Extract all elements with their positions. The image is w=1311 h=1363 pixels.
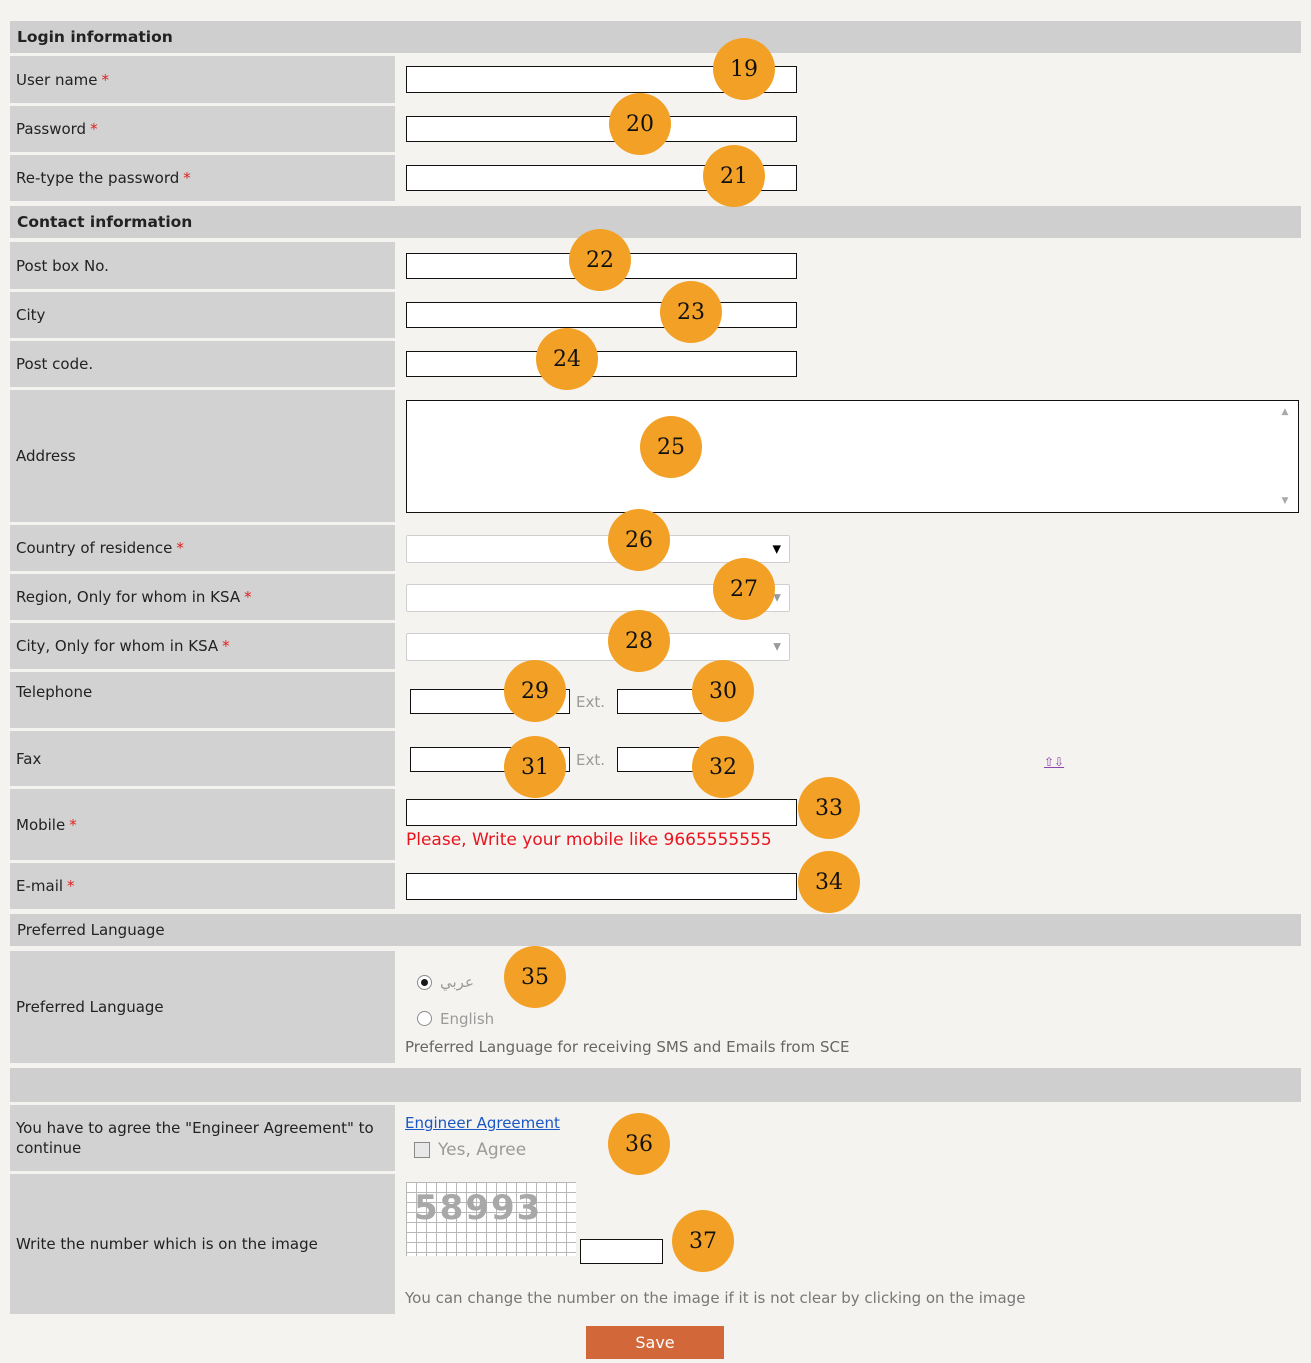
label-region: Region, Only for whom in KSA * <box>10 574 395 620</box>
label-password: Password * <box>10 106 395 152</box>
radio-english-label: English <box>440 1010 495 1028</box>
captcha-text: 58993 <box>414 1188 543 1228</box>
annotation-badge: 34 <box>798 851 860 913</box>
label-city: City <box>10 292 395 338</box>
annotation-badge: 23 <box>660 281 722 343</box>
required-asterisk: * <box>101 70 110 89</box>
label-telephone: Telephone <box>10 672 395 728</box>
agree-checkbox[interactable] <box>414 1142 430 1158</box>
required-asterisk: * <box>69 815 77 834</box>
label-text: Mobile <box>16 815 66 834</box>
section-header-contact: Contact information <box>10 206 1301 238</box>
annotation-badge: 30 <box>692 660 754 722</box>
label-text: Re-type the password <box>16 169 180 187</box>
required-asterisk: * <box>176 539 184 557</box>
annotation-badge: 26 <box>608 509 670 571</box>
annotation-badge: 36 <box>608 1113 670 1175</box>
annotation-badge: 32 <box>692 736 754 798</box>
required-asterisk: * <box>222 637 230 655</box>
label-text: Preferred Language <box>16 998 164 1016</box>
section-title: Login information <box>17 28 173 46</box>
engineer-agreement-link[interactable]: Engineer Agreement <box>405 1114 560 1132</box>
label-text: Write the number which is on the image <box>16 1235 318 1253</box>
label-retype-password: Re-type the password * <box>10 155 395 201</box>
radio-english[interactable] <box>417 1011 432 1026</box>
section-header-login: Login information <box>10 21 1301 53</box>
label-address: Address <box>10 390 395 522</box>
label-fax: Fax <box>10 731 395 786</box>
captcha-image[interactable]: 58993 <box>406 1182 576 1256</box>
required-asterisk: * <box>67 877 75 895</box>
label-city-ksa: City, Only for whom in KSA * <box>10 623 395 669</box>
agree-checkbox-label: Yes, Agree <box>438 1140 527 1160</box>
label-country: Country of residence * <box>10 525 395 571</box>
label-text: City, Only for whom in KSA <box>16 637 219 655</box>
annotation-badge: 28 <box>608 610 670 672</box>
password-input[interactable] <box>406 116 797 142</box>
label-postcode: Post code. <box>10 341 395 387</box>
annotation-badge: 27 <box>713 558 775 620</box>
label-postbox: Post box No. <box>10 242 395 289</box>
pref-language-hint: Preferred Language for receiving SMS and… <box>405 1038 850 1056</box>
captcha-hint: You can change the number on the image i… <box>405 1289 1026 1307</box>
annotation-badge: 19 <box>713 38 775 100</box>
address-textarea[interactable]: ▲ ▼ <box>406 400 1299 513</box>
label-agreement: You have to agree the "Engineer Agreemen… <box>10 1105 395 1171</box>
required-asterisk: * <box>90 120 98 138</box>
label-text: Post box No. <box>16 256 109 275</box>
label-text: Country of residence <box>16 539 173 557</box>
label-captcha: Write the number which is on the image <box>10 1174 395 1314</box>
label-text: E-mail <box>16 877 64 895</box>
annotation-badge: 33 <box>798 777 860 839</box>
chevron-down-icon: ▼ <box>772 542 781 556</box>
radio-arabic-label: عربي <box>440 973 474 991</box>
annotation-badge: 31 <box>504 736 566 798</box>
annotation-badge: 24 <box>536 328 598 390</box>
label-text: You have to agree the "Engineer Agreemen… <box>16 1119 374 1157</box>
city-ksa-select[interactable]: ▼ <box>406 633 790 661</box>
mobile-input[interactable] <box>406 799 797 826</box>
label-pref-language: Preferred Language <box>10 951 395 1063</box>
mobile-hint: Please, Write your mobile like 966555555… <box>406 830 772 850</box>
scroll-up-icon[interactable]: ▲ <box>1278 407 1292 417</box>
annotation-badge: 37 <box>672 1210 734 1272</box>
label-username: User name * <box>10 56 395 103</box>
ext-label: Ext. <box>576 751 606 769</box>
label-text: Post code. <box>16 355 94 373</box>
annotation-badge: 22 <box>569 229 631 291</box>
sort-arrows-icon[interactable]: ⇧⇩ <box>1044 755 1064 769</box>
label-mobile: Mobile * <box>10 789 395 860</box>
save-button[interactable]: Save <box>586 1326 724 1359</box>
scroll-down-icon[interactable]: ▼ <box>1278 496 1292 506</box>
city-input[interactable] <box>406 302 797 328</box>
section-title: Preferred Language <box>17 921 165 939</box>
label-text: User name <box>16 70 98 89</box>
label-text: Region, Only for whom in KSA <box>16 588 241 606</box>
radio-arabic[interactable] <box>417 975 432 990</box>
section-separator <box>10 1068 1301 1102</box>
email-input[interactable] <box>406 873 797 900</box>
annotation-badge: 21 <box>703 145 765 207</box>
annotation-badge: 25 <box>640 416 702 478</box>
annotation-badge: 20 <box>609 93 671 155</box>
label-email: E-mail * <box>10 863 395 909</box>
required-asterisk: * <box>244 588 252 606</box>
label-text: Password <box>16 120 87 138</box>
country-select[interactable]: ▼ <box>406 535 790 563</box>
section-header-pref-language: Preferred Language <box>10 914 1301 946</box>
ext-label: Ext. <box>576 693 606 711</box>
postcode-input[interactable] <box>406 351 797 377</box>
label-text: Telephone <box>16 683 93 701</box>
annotation-badge: 29 <box>504 660 566 722</box>
section-title: Contact information <box>17 213 193 231</box>
captcha-input[interactable] <box>580 1239 663 1264</box>
label-text: Address <box>16 447 76 465</box>
label-text: Fax <box>16 749 42 768</box>
chevron-down-icon: ▼ <box>773 641 781 653</box>
annotation-badge: 35 <box>504 946 566 1008</box>
required-asterisk: * <box>183 169 191 187</box>
label-text: City <box>16 306 46 324</box>
